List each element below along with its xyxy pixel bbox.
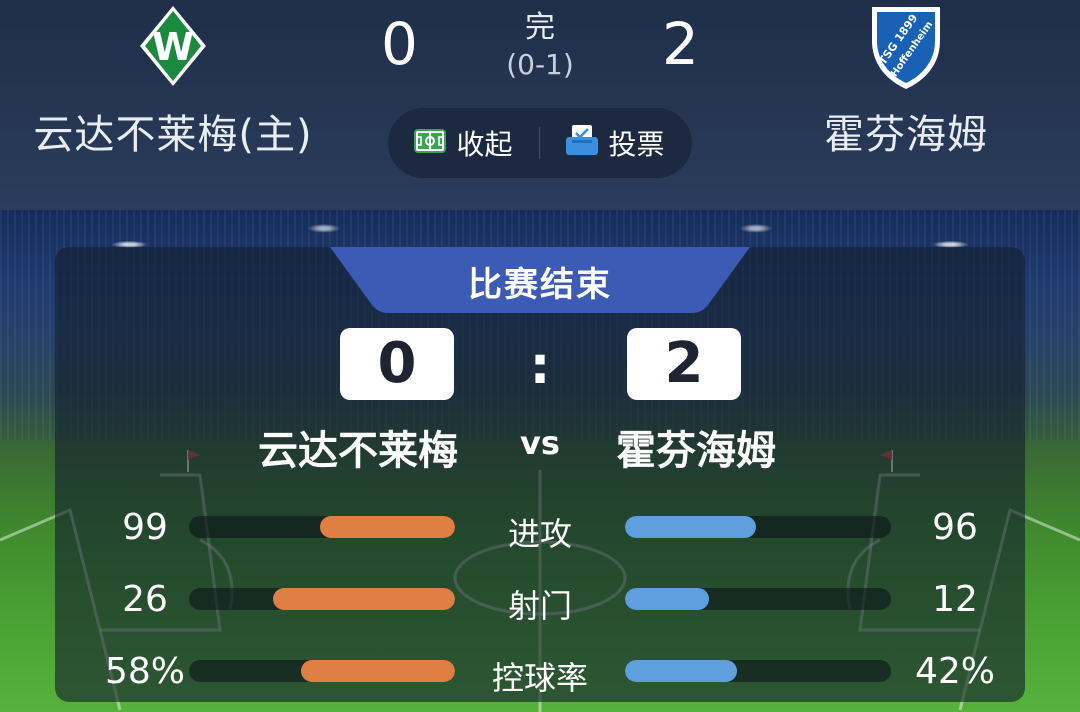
home-stat-value: 58% bbox=[104, 651, 185, 692]
collapse-label: 收起 bbox=[456, 128, 513, 161]
home-stat-bar bbox=[189, 516, 455, 538]
home-team-name: 云达不莱梅(主) bbox=[33, 112, 313, 158]
home-stat-bar bbox=[189, 660, 455, 682]
svg-text:W: W bbox=[152, 25, 194, 69]
hoffenheim-logo-icon: TSG 1899 Hoffenheim bbox=[766, 0, 1046, 92]
stat-label: 射门 bbox=[507, 587, 572, 625]
action-bar: 收起 投票 bbox=[388, 108, 692, 178]
score-separator: : bbox=[529, 336, 551, 396]
vote-icon bbox=[566, 124, 599, 162]
halftime-score: (0-1) bbox=[506, 48, 574, 81]
stat-row-shots: 26 射门 12 bbox=[55, 574, 1025, 625]
away-team-name: 霍芬海姆 bbox=[824, 112, 988, 158]
away-stat-bar bbox=[625, 516, 891, 538]
home-stat-bar bbox=[189, 588, 455, 610]
vote-button[interactable]: 投票 bbox=[540, 123, 691, 163]
away-stat-bar bbox=[625, 588, 891, 610]
away-team-label: 霍芬海姆 bbox=[616, 428, 776, 474]
collapse-button[interactable]: 收起 bbox=[388, 123, 539, 163]
away-score-box: 2 bbox=[627, 328, 741, 400]
match-finished-label: 比赛结束 bbox=[468, 265, 612, 305]
stat-row-attack: 99 进攻 96 bbox=[55, 502, 1025, 553]
away-stat-value: 42% bbox=[914, 651, 995, 692]
away-stat-fill bbox=[625, 588, 709, 610]
home-stat-fill bbox=[300, 660, 455, 682]
match-status: 完 bbox=[525, 10, 555, 45]
away-score: 2 bbox=[662, 10, 699, 78]
home-team[interactable]: W 云达不莱梅(主) bbox=[33, 0, 313, 160]
home-stat-fill bbox=[319, 516, 455, 538]
home-score: 0 bbox=[381, 10, 418, 78]
pitch-icon bbox=[414, 127, 447, 160]
match-header: W 云达不莱梅(主) 0 完 (0-1) 2 TSG 1899 Hoffenhe… bbox=[0, 0, 1080, 210]
away-stat-value: 96 bbox=[932, 507, 978, 548]
away-stat-value: 12 bbox=[932, 579, 978, 620]
away-stat-fill bbox=[625, 516, 756, 538]
stat-label: 控球率 bbox=[491, 659, 588, 697]
vote-label: 投票 bbox=[608, 128, 665, 161]
home-score-box: 0 bbox=[340, 328, 454, 400]
werder-bremen-logo-icon: W bbox=[33, 0, 313, 92]
home-stat-value: 26 bbox=[122, 579, 168, 620]
away-stat-bar bbox=[625, 660, 891, 682]
home-team-label: 云达不莱梅 bbox=[258, 428, 458, 474]
home-stat-fill bbox=[273, 588, 455, 610]
away-team[interactable]: TSG 1899 Hoffenheim 霍芬海姆 bbox=[766, 0, 1046, 160]
match-result-panel bbox=[55, 247, 1025, 702]
away-stat-fill bbox=[625, 660, 737, 682]
stat-label: 进攻 bbox=[507, 515, 572, 553]
stat-row-possession: 58% 控球率 42% bbox=[55, 646, 1025, 697]
home-stat-value: 99 bbox=[122, 507, 168, 548]
vs-label: vs bbox=[520, 424, 560, 462]
